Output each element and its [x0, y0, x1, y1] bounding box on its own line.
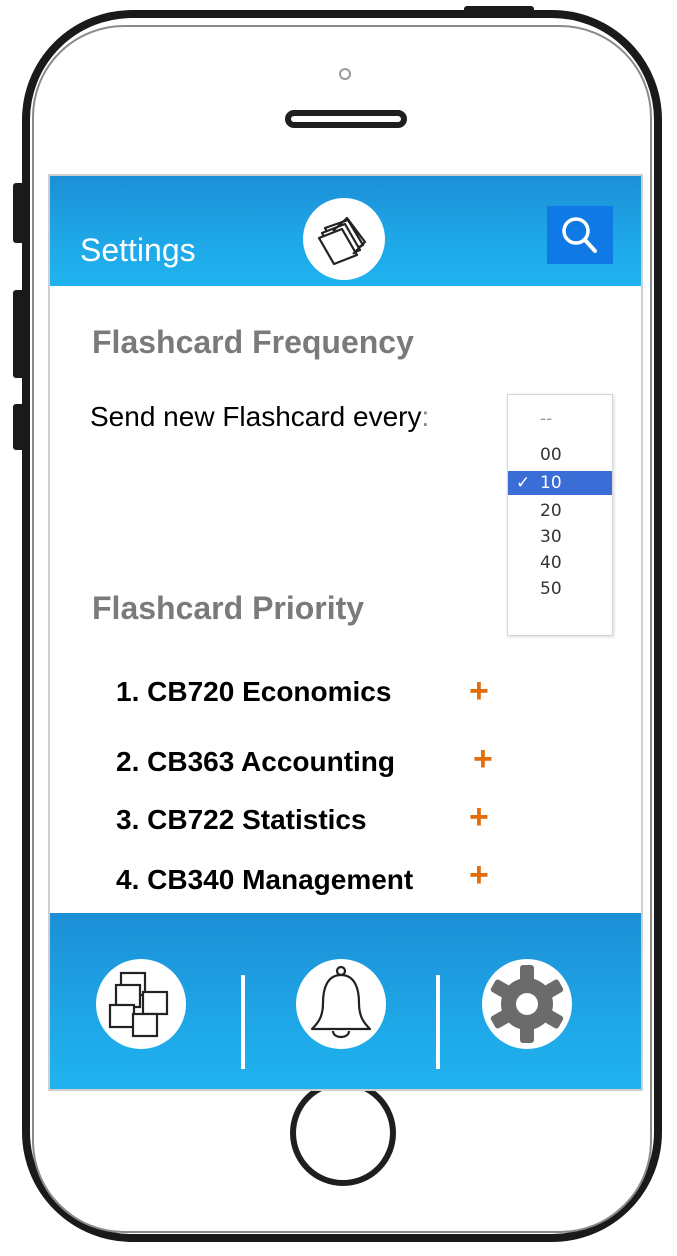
checkmark-icon: ✓	[516, 473, 531, 493]
frequency-option[interactable]: 50	[508, 577, 612, 601]
flashcards-icon	[108, 971, 169, 1038]
bottom-nav-bar	[50, 913, 641, 1089]
frequency-dropdown[interactable]: -- 00 ✓ 10 20 30 40 50	[507, 394, 613, 636]
front-camera	[339, 68, 351, 80]
priority-item: 4. CB340 Management	[116, 864, 414, 895]
page-title: Settings	[80, 232, 196, 268]
priority-heading: Flashcard Priority	[92, 590, 365, 626]
search-icon	[562, 217, 597, 253]
mute-switch	[13, 183, 25, 243]
nav-notifications-button[interactable]	[296, 959, 386, 1049]
frequency-label-text: Send new Flashcard every	[90, 401, 422, 432]
add-priority-button[interactable]: +	[469, 856, 489, 895]
frequency-label-colon: :	[421, 401, 430, 432]
power-button	[464, 6, 534, 16]
app-screen: Settings Flashcard Frequency Send new Fl…	[50, 176, 641, 1089]
add-priority-button[interactable]: +	[473, 740, 493, 779]
frequency-heading: Flashcard Frequency	[92, 324, 414, 360]
top-app-bar: Settings	[50, 176, 641, 286]
volume-down-button	[13, 404, 25, 450]
priority-item: 1. CB720 Economics	[116, 676, 392, 707]
nav-divider	[241, 975, 245, 1069]
nav-settings-button[interactable]	[482, 959, 572, 1049]
frequency-option[interactable]: 00	[508, 443, 612, 467]
gear-icon	[490, 965, 564, 1043]
add-priority-button[interactable]: +	[469, 672, 489, 711]
priority-item: 3. CB722 Statistics	[116, 804, 367, 835]
frequency-option-label: 10	[540, 473, 562, 493]
home-button[interactable]	[290, 1080, 396, 1186]
frequency-option[interactable]: --	[508, 407, 612, 431]
frequency-option[interactable]: 40	[508, 551, 612, 575]
flashcards-stack-icon	[303, 198, 385, 280]
add-priority-button[interactable]: +	[469, 798, 489, 837]
frequency-option[interactable]: 20	[508, 499, 612, 523]
frequency-option[interactable]: 30	[508, 525, 612, 549]
frequency-option-selected[interactable]: ✓ 10	[508, 471, 612, 495]
search-button[interactable]	[547, 206, 613, 264]
bell-icon	[310, 965, 372, 1039]
frequency-label: Send new Flashcard every:	[90, 401, 429, 433]
speaker-grille	[285, 110, 407, 128]
volume-up-button	[13, 290, 25, 378]
nav-flashcards-button[interactable]	[96, 959, 186, 1049]
nav-divider	[436, 975, 440, 1069]
priority-item: 2. CB363 Accounting	[116, 746, 396, 777]
